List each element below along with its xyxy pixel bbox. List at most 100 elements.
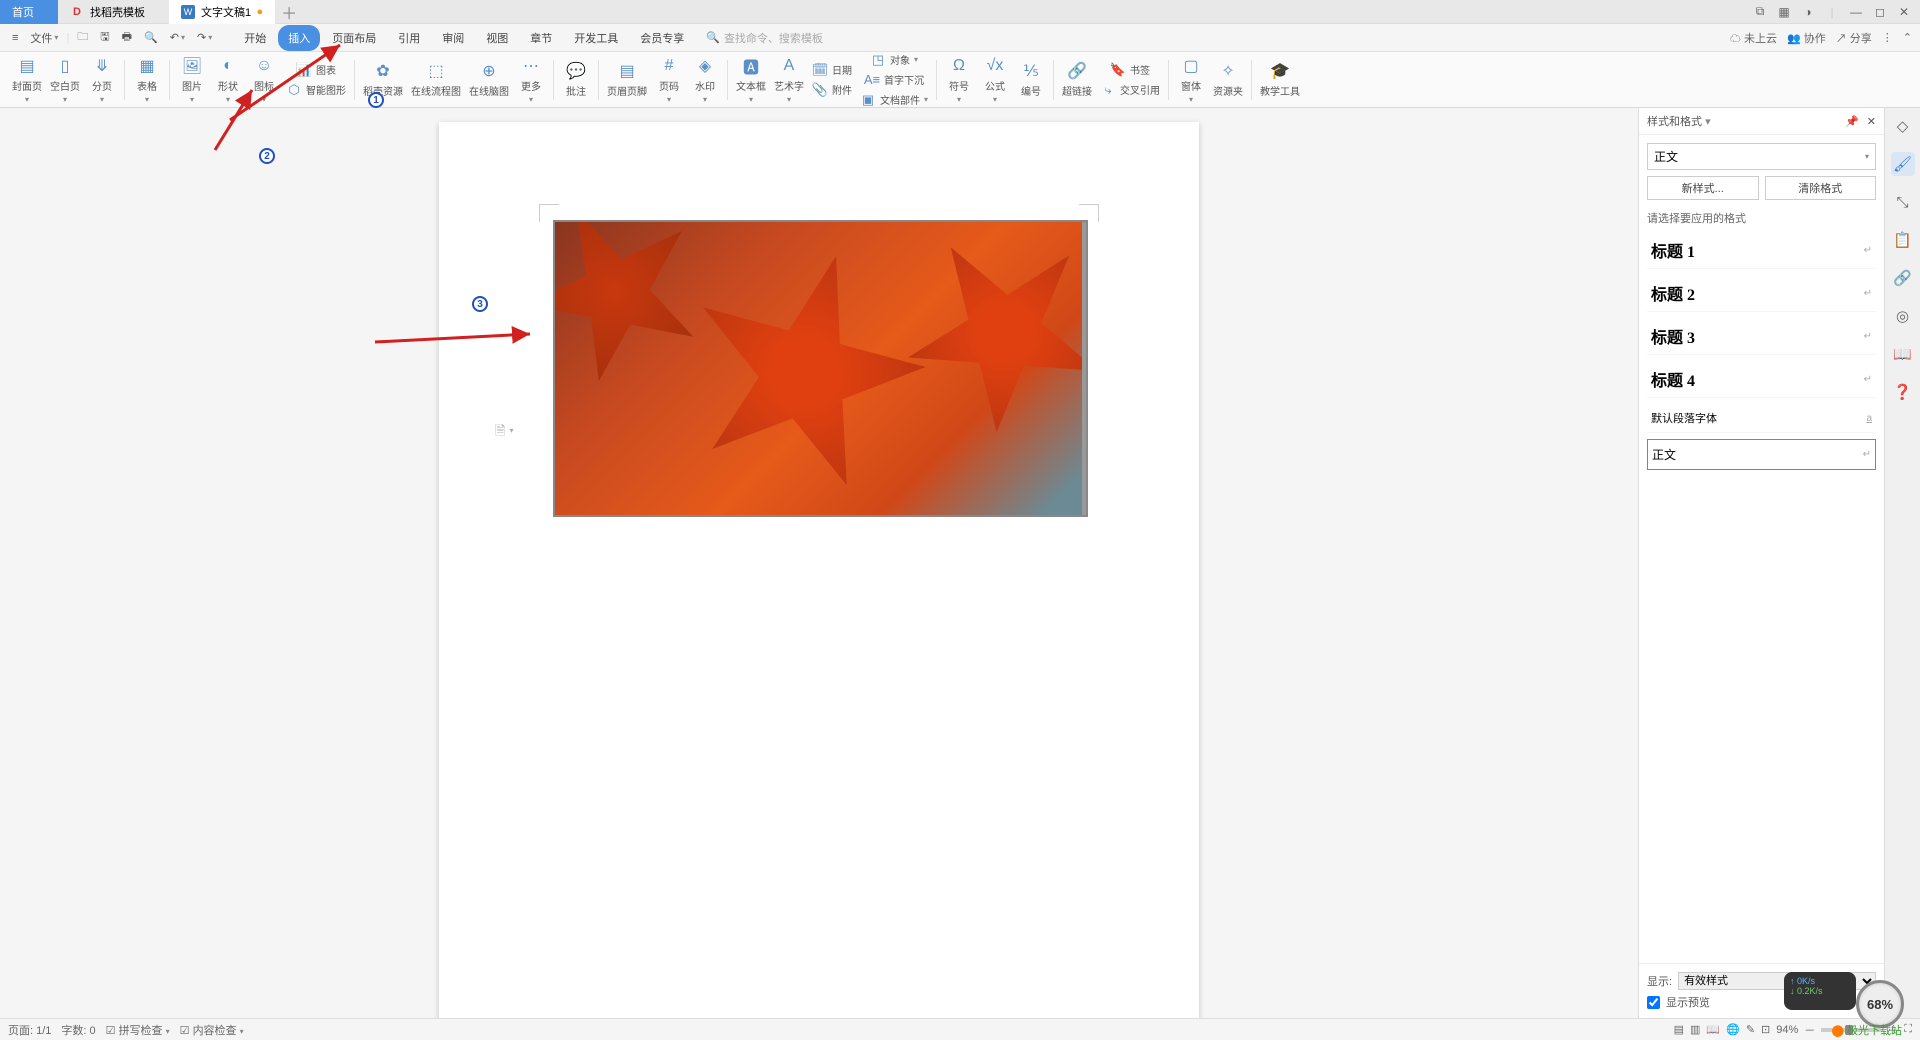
tab-home[interactable]: 首页	[0, 0, 58, 24]
new-style-button[interactable]: 新样式...	[1647, 176, 1759, 200]
collab-button[interactable]: 👥 协作	[1787, 30, 1826, 46]
view-page-icon[interactable]: ▤	[1674, 1023, 1684, 1036]
status-spell[interactable]: ☑ 拼写检查 ▾	[106, 1022, 170, 1038]
more-icon[interactable]: ⋮	[1882, 31, 1893, 44]
rb-textbox[interactable]: 🅰文本框▾	[732, 54, 770, 106]
strip-clipboard-icon[interactable]: 📋	[1891, 228, 1915, 252]
style-heading-2[interactable]: 标题 2↵	[1647, 275, 1876, 312]
rb-table[interactable]: ▦表格▾	[129, 54, 165, 106]
inserted-image[interactable]	[553, 220, 1088, 517]
paste-options[interactable]: 🗎 ▾	[495, 422, 514, 444]
strip-target-icon[interactable]: ◎	[1891, 304, 1915, 328]
style-heading-4[interactable]: 标题 4↵	[1647, 361, 1876, 398]
tab-template[interactable]: D 找稻壳模板	[58, 0, 169, 24]
rb-hyperlink[interactable]: 🔗超链接	[1058, 59, 1096, 100]
rb-resource[interactable]: ✧资源夹	[1209, 59, 1247, 100]
rb-watermark[interactable]: ◈水印▾	[687, 54, 723, 106]
preview-icon[interactable]: 🔍	[140, 29, 162, 46]
rb-page-break[interactable]: ⤋分页▾	[84, 54, 120, 106]
rb-mindmap[interactable]: ⊕在线脑图	[465, 59, 513, 100]
rb-jxtool[interactable]: 🎓教学工具	[1256, 59, 1304, 100]
rb-window[interactable]: ▢窗体▾	[1173, 54, 1209, 106]
style-body[interactable]: 正文↵	[1647, 439, 1876, 470]
rb-attach[interactable]: 📎附件	[808, 80, 856, 100]
menu-review[interactable]: 审阅	[432, 25, 474, 51]
menu-start[interactable]: 开始	[234, 25, 276, 51]
cloud-status[interactable]: ☁ 未上云	[1730, 30, 1777, 46]
rb-date[interactable]: 🗓日期	[808, 60, 856, 80]
layout2-icon[interactable]: ▦	[1774, 2, 1794, 22]
skin-icon[interactable]: ◑	[1798, 2, 1818, 22]
undo-icon[interactable]: ↶ ▾	[166, 29, 189, 46]
open-icon[interactable]: 🗀	[73, 26, 92, 49]
view-outline-icon[interactable]: ▥	[1690, 1023, 1700, 1036]
view-focus-icon[interactable]: ✎	[1746, 1023, 1755, 1036]
menu-insert[interactable]: 插入	[278, 25, 320, 51]
strip-book-icon[interactable]: 📖	[1891, 342, 1915, 366]
page-1[interactable]: 🗎 ▾	[439, 122, 1199, 1018]
rb-object[interactable]: ◳对象 ▾	[856, 50, 932, 70]
menu-member[interactable]: 会员专享	[630, 25, 694, 51]
menu-section[interactable]: 章节	[520, 25, 562, 51]
file-menu[interactable]: 文件 ▾	[26, 28, 62, 48]
pin-icon[interactable]: 📌	[1845, 115, 1859, 128]
style-heading-3[interactable]: 标题 3↵	[1647, 318, 1876, 355]
strip-help-icon[interactable]: ❓	[1891, 380, 1915, 404]
style-default-font[interactable]: 默认段落字体a	[1647, 404, 1876, 433]
rb-header-footer[interactable]: ▤页眉页脚	[603, 59, 651, 100]
tab-doc[interactable]: W 文字文稿1 ●	[169, 0, 275, 24]
rb-chart[interactable]: 📊图表	[282, 60, 350, 80]
rb-flowchart[interactable]: ⬚在线流程图	[407, 59, 465, 100]
rb-picture[interactable]: 🖼图片▾	[174, 54, 210, 106]
strip-brush-icon[interactable]: 🖌	[1891, 152, 1915, 176]
rb-number[interactable]: ⅕编号	[1013, 59, 1049, 100]
menu-layout[interactable]: 页面布局	[322, 25, 386, 51]
rb-dropcap[interactable]: A≡首字下沉	[856, 70, 932, 90]
clear-format-button[interactable]: 清除格式	[1765, 176, 1877, 200]
rb-docparts[interactable]: ▣文档部件 ▾	[856, 90, 932, 110]
menu-icon[interactable]: ≡	[8, 30, 22, 46]
zoom-fit-icon[interactable]: ⊡	[1761, 1023, 1770, 1036]
current-style-select[interactable]: 正文 ▾	[1647, 143, 1876, 170]
rb-docer[interactable]: ✿稻壳资源	[359, 59, 407, 100]
menu-reference[interactable]: 引用	[388, 25, 430, 51]
minimize-icon[interactable]: —	[1846, 2, 1866, 22]
close-icon[interactable]: ✕	[1894, 2, 1914, 22]
view-read-icon[interactable]: 📖	[1706, 1023, 1720, 1036]
rb-bookmark[interactable]: 🔖书签	[1096, 60, 1164, 80]
preview-checkbox[interactable]	[1647, 996, 1660, 1009]
strip-select-icon[interactable]: ⤡	[1891, 190, 1915, 214]
strip-chain-icon[interactable]: 🔗	[1891, 266, 1915, 290]
status-content[interactable]: ☑ 内容检查 ▾	[180, 1022, 244, 1038]
print-icon[interactable]: 🖶	[118, 26, 136, 49]
rb-equation[interactable]: √x公式▾	[977, 54, 1013, 106]
rb-shape[interactable]: ◐形状▾	[210, 54, 246, 106]
rb-smartart[interactable]: ⬡智能图形	[282, 80, 350, 100]
document-area[interactable]: 🗎 ▾	[0, 108, 1638, 1018]
menu-devtools[interactable]: 开发工具	[564, 25, 628, 51]
rb-cover[interactable]: ▤封面页▾	[8, 54, 46, 106]
close-panel-icon[interactable]: ✕	[1867, 115, 1876, 128]
style-heading-1[interactable]: 标题 1↵	[1647, 232, 1876, 269]
rb-icons[interactable]: ☺图标▾	[246, 54, 282, 106]
status-words[interactable]: 字数: 0	[61, 1022, 95, 1038]
save-icon[interactable]: 🖫	[96, 26, 113, 49]
redo-icon[interactable]: ↷ ▾	[193, 29, 216, 46]
menu-view[interactable]: 视图	[476, 25, 518, 51]
layout1-icon[interactable]: ⧉	[1750, 2, 1770, 22]
rb-crossref[interactable]: ⤷交叉引用	[1096, 80, 1164, 100]
rb-wordart[interactable]: A艺术字▾	[770, 54, 808, 106]
speed-gauge-widget[interactable]: ↑ 0K/s ↓ 0.2K/s 68%	[1784, 972, 1904, 1028]
rb-blank[interactable]: ▯空白页▾	[46, 54, 84, 106]
fullscreen-icon[interactable]: ⛶	[1904, 1023, 1912, 1036]
maximize-icon[interactable]: ◻	[1870, 2, 1890, 22]
rb-symbol[interactable]: Ω符号▾	[941, 54, 977, 106]
collapse-ribbon-icon[interactable]: ⌃	[1903, 31, 1912, 44]
strip-diamond-icon[interactable]: ◇	[1891, 114, 1915, 138]
share-button[interactable]: ↗ 分享	[1836, 30, 1872, 46]
rb-more[interactable]: ⋯更多▾	[513, 54, 549, 106]
new-tab-button[interactable]: ＋	[275, 0, 303, 24]
rb-page-num[interactable]: #页码▾	[651, 54, 687, 106]
view-web-icon[interactable]: 🌐	[1726, 1023, 1740, 1036]
rb-comment[interactable]: 💬批注	[558, 59, 594, 100]
